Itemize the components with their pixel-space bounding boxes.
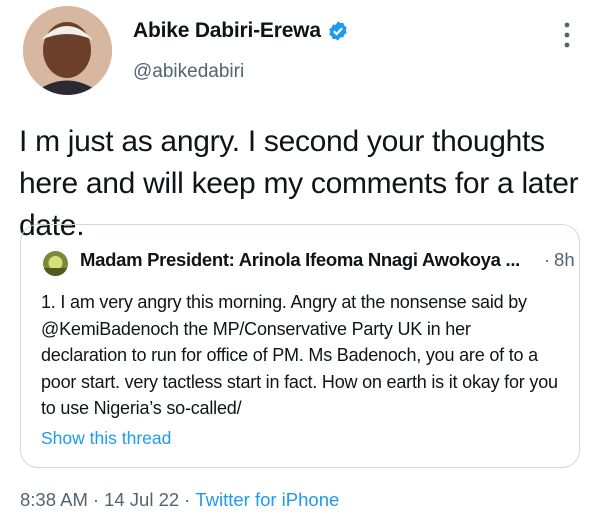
tweet-source[interactable]: Twitter for iPhone	[195, 489, 339, 511]
show-thread-link[interactable]: Show this thread	[41, 428, 171, 449]
quoted-time[interactable]: 8h	[554, 249, 575, 271]
tweet-time[interactable]: 8:38 AM	[20, 489, 88, 511]
author-handle[interactable]: @abikedabiri	[133, 61, 244, 83]
quoted-tweet-text: 1. I am very angry this morning. Angry a…	[41, 292, 558, 418]
quoted-author-avatar[interactable]	[43, 251, 68, 276]
meta-separator: ·	[184, 489, 191, 510]
more-options-icon[interactable]	[561, 20, 573, 50]
quoted-author-name[interactable]: Madam President: Arinola Ifeoma Nnagi Aw…	[80, 249, 520, 271]
meta-separator: ·	[92, 489, 100, 510]
verified-badge-icon	[329, 21, 347, 41]
tweet-date[interactable]: 14 Jul 22	[104, 489, 179, 511]
quoted-separator: ·	[544, 250, 551, 270]
author-display-name[interactable]: Abike Dabiri-Erewa	[133, 19, 321, 43]
tweet-author-avatar[interactable]	[23, 6, 112, 95]
quoted-tweet-card[interactable]: Madam President: Arinola Ifeoma Nnagi Aw…	[20, 224, 580, 468]
